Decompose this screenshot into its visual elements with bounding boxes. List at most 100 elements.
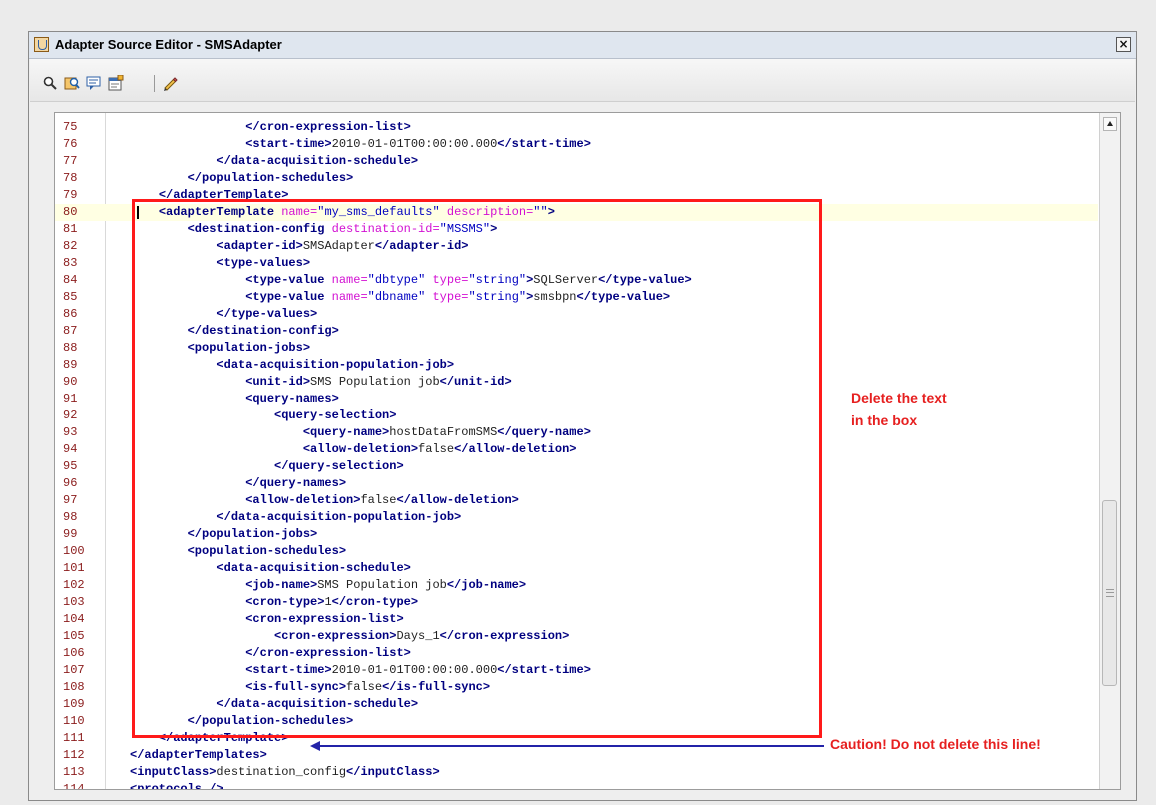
code-line[interactable]: 101 <data-acquisition-schedule>: [55, 560, 1098, 577]
find-replace-icon[interactable]: [64, 75, 80, 91]
code-token: false: [418, 442, 455, 457]
code-text: <query-name>hostDataFromSMS</query-name>: [130, 424, 591, 441]
code-text: <population-schedules>: [130, 543, 346, 560]
code-token: </data-acquisition-schedule>: [216, 153, 419, 168]
code-line[interactable]: 104 <cron-expression-list>: [55, 611, 1098, 628]
line-number: 86: [63, 306, 78, 321]
code-line[interactable]: 108 <is-full-sync>false</is-full-sync>: [55, 679, 1098, 696]
search-icon[interactable]: [42, 75, 58, 91]
code-token: <cron-type>: [245, 595, 325, 610]
code-token: </cron-expression-list>: [245, 120, 411, 134]
scroll-thumb[interactable]: [1102, 500, 1117, 686]
code-line[interactable]: 103 <cron-type>1</cron-type>: [55, 594, 1098, 611]
line-number: 75: [63, 120, 78, 134]
code-line[interactable]: 78 </population-schedules>: [55, 170, 1098, 187]
code-line[interactable]: 81 <destination-config destination-id="M…: [55, 221, 1098, 238]
code-line[interactable]: 97 <allow-deletion>false</allow-deletion…: [55, 492, 1098, 509]
code-token: "string": [468, 289, 527, 304]
line-number: 81: [63, 221, 78, 236]
line-number: 109: [63, 696, 85, 711]
code-text: </adapterTemplate>: [130, 187, 289, 204]
code-line[interactable]: 98 </data-acquisition-population-job>: [55, 509, 1098, 526]
title-bar[interactable]: Adapter Source Editor - SMSAdapter ×: [29, 32, 1136, 59]
caution-note: Caution! Do not delete this line!: [830, 736, 1041, 752]
code-line[interactable]: 86 </type-values>: [55, 306, 1098, 323]
code-token: <query-selection>: [274, 408, 397, 423]
code-token: 1: [324, 595, 332, 610]
code-token: </allow-deletion>: [454, 442, 577, 457]
code-line[interactable]: 89 <data-acquisition-population-job>: [55, 357, 1098, 374]
code-line[interactable]: 94 <allow-deletion>false</allow-deletion…: [55, 441, 1098, 458]
vertical-scrollbar[interactable]: [1099, 113, 1120, 789]
line-number: 80: [63, 204, 78, 219]
code-line[interactable]: 99 </population-jobs>: [55, 526, 1098, 543]
code-line[interactable]: 105 <cron-expression>Days_1</cron-expres…: [55, 628, 1098, 645]
code-line[interactable]: 79 </adapterTemplate>: [55, 187, 1098, 204]
java-cup-icon: [34, 37, 49, 52]
code-line[interactable]: 95 </query-selection>: [55, 458, 1098, 475]
line-number: 104: [63, 612, 85, 627]
code-line[interactable]: 106 </cron-expression-list>: [55, 645, 1098, 662]
line-number: 83: [63, 255, 78, 270]
code-text: <unit-id>SMS Population job</unit-id>: [130, 374, 511, 391]
code-line[interactable]: 75 </cron-expression-list>: [55, 119, 1098, 136]
code-line[interactable]: 77 </data-acquisition-schedule>: [55, 153, 1098, 170]
line-number: 88: [63, 340, 78, 355]
code-line[interactable]: 85 <type-value name="dbname" type="strin…: [55, 289, 1098, 306]
code-line[interactable]: 107 <start-time>2010-01-01T00:00:00.000<…: [55, 662, 1098, 679]
code-token: </adapter-id>: [374, 238, 469, 253]
properties-icon[interactable]: [108, 75, 124, 91]
scroll-grip-icon: [1106, 589, 1114, 597]
code-line[interactable]: 110 </population-schedules>: [55, 713, 1098, 730]
line-number: 78: [63, 170, 78, 185]
code-line[interactable]: 88 <population-jobs>: [55, 340, 1098, 357]
code-token: >: [547, 204, 555, 219]
code-line[interactable]: 113 <inputClass>destination_config</input…: [55, 764, 1098, 781]
code-line[interactable]: 102 <job-name>SMS Population job</job-na…: [55, 577, 1098, 594]
comment-icon[interactable]: [86, 75, 102, 91]
line-number: 90: [63, 374, 78, 389]
code-token: </population-jobs>: [187, 527, 318, 542]
scroll-up-arrow-icon[interactable]: [1103, 117, 1117, 131]
line-number: 95: [63, 459, 78, 474]
code-line[interactable]: 114 <protocols />: [55, 781, 1098, 789]
code-token: destination_config: [216, 764, 347, 779]
code-text: </adapterTemplate>: [130, 730, 289, 747]
code-token: <allow-deletion>: [302, 442, 419, 457]
code-token: false: [346, 679, 383, 694]
code-token: </population-schedules>: [187, 170, 354, 185]
toolbar-separator: [154, 75, 155, 92]
code-text: <type-value name="dbtype" type="string">…: [130, 272, 692, 289]
code-line[interactable]: 87 </destination-config>: [55, 323, 1098, 340]
code-token: </job-name>: [446, 578, 527, 593]
code-line[interactable]: 96 </query-names>: [55, 475, 1098, 492]
code-line[interactable]: 80 <adapterTemplate name="my_sms_default…: [55, 203, 1098, 221]
code-token: <adapter-id>: [216, 238, 303, 253]
code-line[interactable]: 82 <adapter-id>SMSAdapter</adapter-id>: [55, 238, 1098, 255]
code-text: </query-selection>: [130, 458, 404, 475]
close-button[interactable]: ×: [1116, 37, 1131, 52]
code-text: </cron-expression-list>: [130, 645, 411, 662]
code-line[interactable]: 100 <population-schedules>: [55, 543, 1098, 560]
edit-pencil-icon[interactable]: [162, 75, 178, 91]
code-line[interactable]: 109 </data-acquisition-schedule>: [55, 696, 1098, 713]
code-editor[interactable]: 75 </cron-expression-list> 76 <start-time…: [54, 112, 1121, 790]
code-token: </data-acquisition-population-job>: [216, 510, 462, 525]
code-text: </population-jobs>: [130, 526, 318, 543]
code-line[interactable]: 76 <start-time>2010-01-01T00:00:00.000</…: [55, 136, 1098, 153]
code-line[interactable]: 84 <type-value name="dbtype" type="strin…: [55, 272, 1098, 289]
code-line[interactable]: 83 <type-values>: [55, 255, 1098, 272]
